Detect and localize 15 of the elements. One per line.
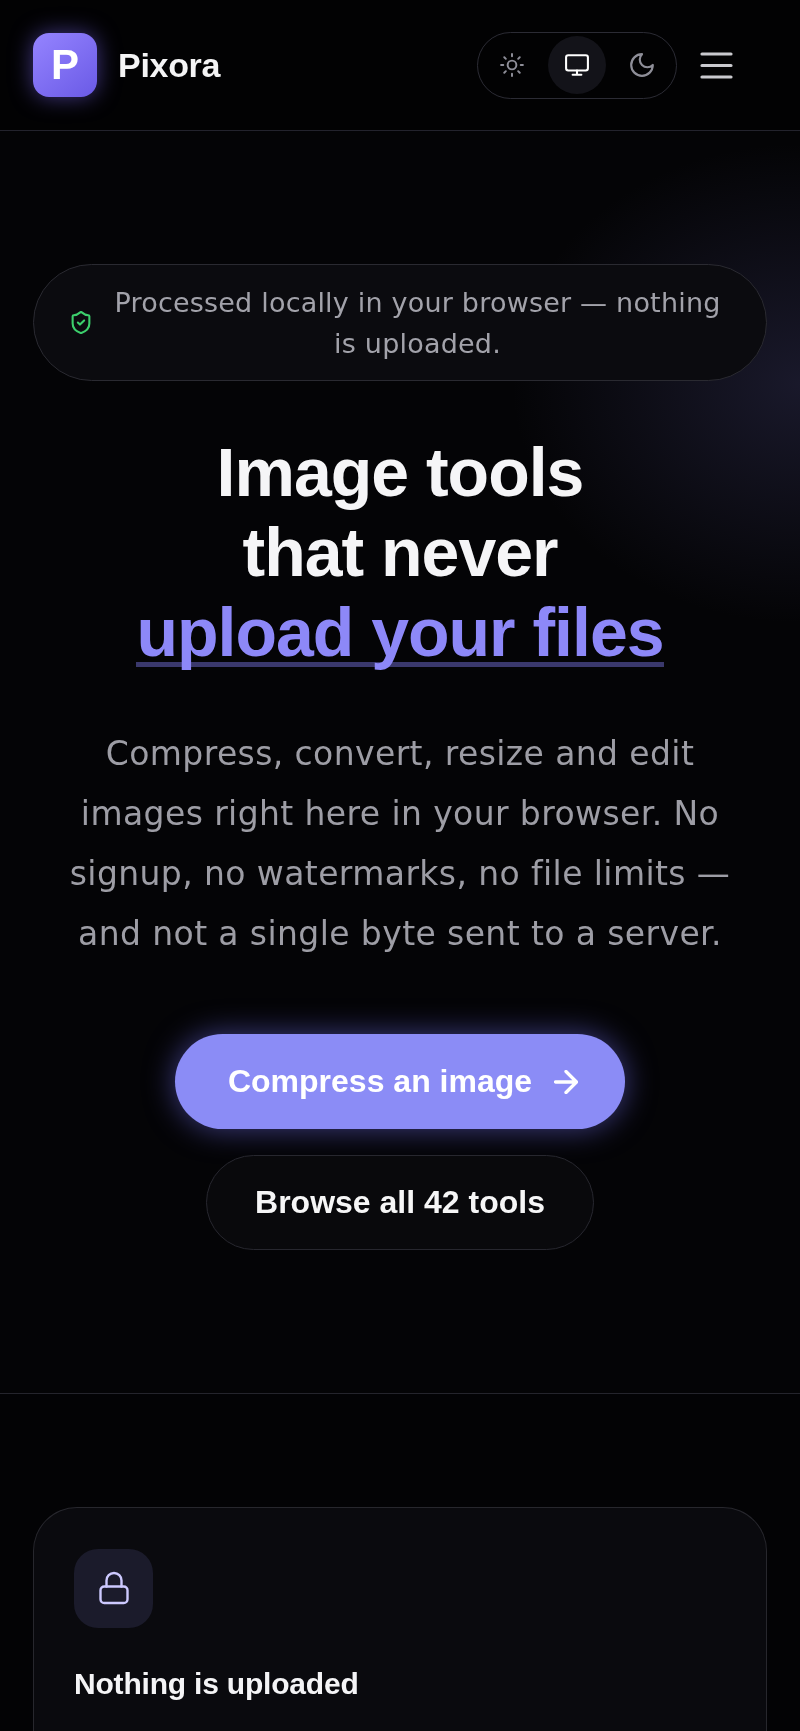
browse-tools-button[interactable]: Browse all 42 tools — [206, 1155, 594, 1250]
hero-description: Compress, convert, resize and edit images right here in your browser. No signup, no watermarks, no file limits — and not a single byte sent to a server. — [68, 733, 732, 955]
sun-icon — [500, 53, 524, 77]
feature-title: Nothing is uploaded — [74, 1666, 360, 1702]
menu-icon — [699, 51, 733, 79]
app-logo[interactable]: P — [33, 33, 97, 97]
shield-check-icon — [71, 311, 91, 334]
lock-icon — [74, 1549, 153, 1628]
privacy-notice-text: Processed locally in your browser — nothing is uploaded. — [113, 285, 722, 361]
arrow-right-icon — [554, 1069, 579, 1094]
brand-name: Pixora — [118, 45, 221, 85]
hero-heading: Image tools that never — [215, 433, 585, 592]
moon-icon — [630, 53, 654, 77]
compress-button[interactable]: Compress an image — [174, 1034, 626, 1129]
monitor-icon — [565, 53, 589, 77]
